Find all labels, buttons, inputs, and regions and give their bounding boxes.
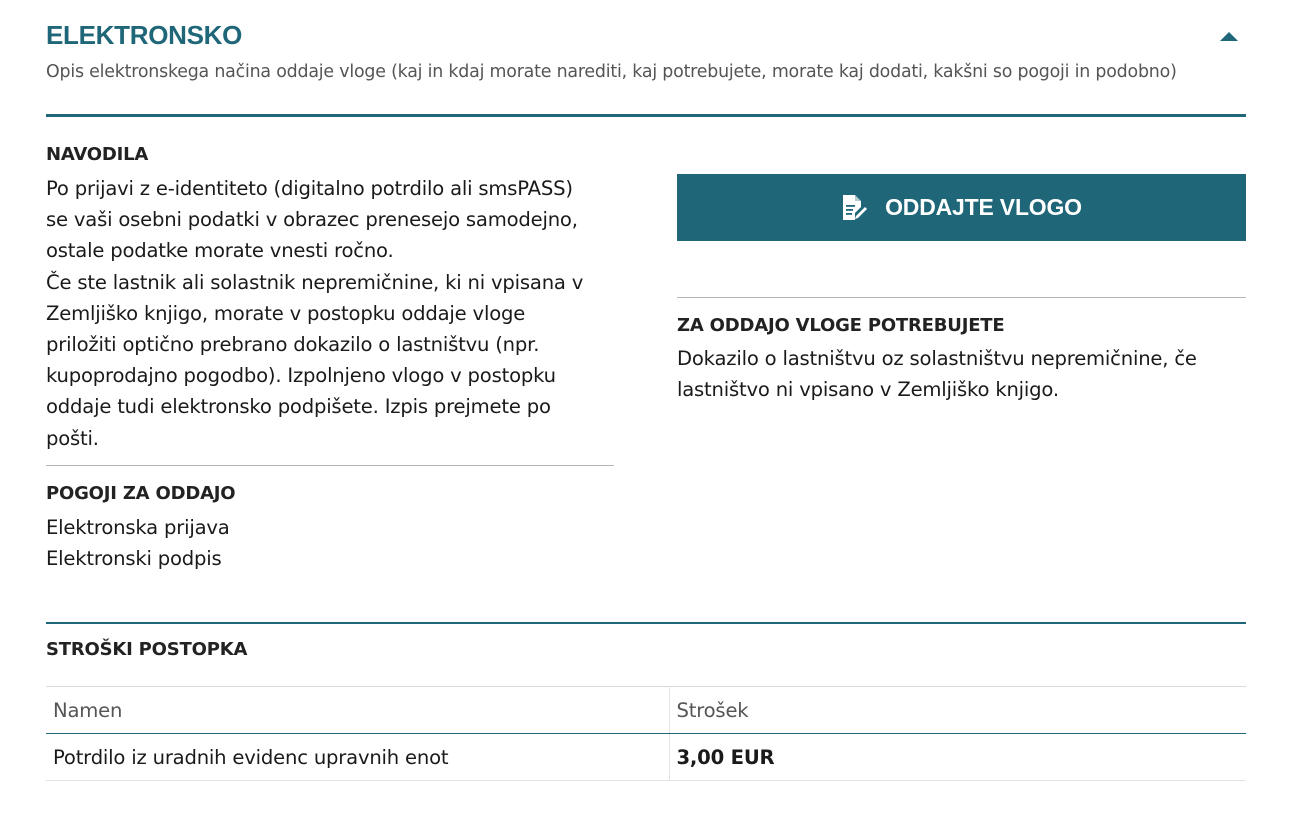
chevron-up-icon [1220,32,1238,41]
instructions-line: oddaje tudi elektronsko podpišete. Izpis… [46,395,551,419]
requirements-line: Dokazilo o lastništvu oz solastništvu ne… [677,347,1197,370]
instructions-line: kupoprodajno pogodbo). Izpolnjeno vlogo … [46,364,556,388]
costs-divider [46,622,1246,624]
conditions-list: Elektronska prijava Elektronski podpis [46,512,230,574]
requirements-line: lastništvo ni vpisano v Zemljiško knjigo… [677,378,1059,402]
column-header-purpose: Namen [46,686,670,734]
instructions-line: priložiti optično prebrano dokazilo o la… [46,333,540,357]
instructions-line: Po prijavi z e-identiteto (digitalno pot… [46,177,573,200]
conditions-heading: POGOJI ZA ODDAJO [46,483,236,504]
collapse-button[interactable] [1214,24,1244,48]
instructions-heading: NAVODILA [46,144,149,165]
requirements-divider [677,297,1246,298]
cost-purpose-cell: Potrdilo iz uradnih evidenc upravnih eno… [46,733,670,781]
costs-heading: STROŠKI POSTOPKA [46,639,248,660]
requirements-heading: ZA ODDAJO VLOGE POTREBUJETE [677,315,1005,336]
costs-table: Namen Strošek Potrdilo iz uradnih eviden… [46,686,1246,781]
conditions-item: Elektronski podpis [46,547,222,571]
instructions-text: Po prijavi z e-identiteto (digitalno pot… [46,173,626,454]
conditions-item: Elektronska prijava [46,516,230,539]
requirements-text: Dokazilo o lastništvu oz solastništvu ne… [677,343,1257,405]
instructions-line: se vaši osebni podatki v obrazec prenese… [46,208,578,232]
column-header-cost: Strošek [669,686,1246,734]
instructions-line: Če ste lastnik ali solastnik nepremičnin… [46,270,584,294]
instructions-divider [46,465,614,466]
electronic-submission-panel: ELEKTRONSKO Opis elektronskega načina od… [0,0,1293,825]
submit-application-button[interactable]: ODDAJTE VLOGO [677,174,1246,241]
cost-amount-cell: 3,00 EUR [669,733,1246,781]
section-subtitle: Opis elektronskega načina oddaje vloge (… [46,62,1177,82]
instructions-line: Zemljiško knjigo, morate v postopku odda… [46,301,526,325]
costs-table-header-row: Namen Strošek [46,686,1246,734]
document-edit-icon [843,194,868,220]
instructions-line: ostale podatke morate vnesti ročno. [46,239,394,263]
submit-button-label: ODDAJTE VLOGO [885,194,1082,220]
instructions-line: pošti. [46,426,99,450]
table-row: Potrdilo iz uradnih evidenc upravnih eno… [46,733,1246,781]
header-divider [46,114,1246,117]
section-title: ELEKTRONSKO [46,20,243,50]
